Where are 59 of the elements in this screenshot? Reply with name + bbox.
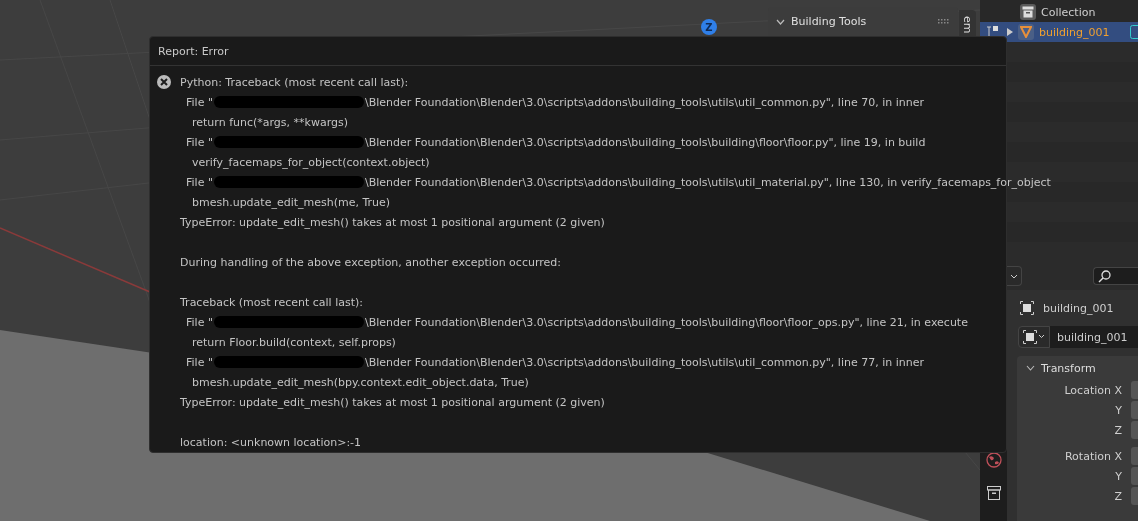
- object-icon: [1020, 301, 1034, 315]
- field-label: Y: [1115, 469, 1122, 483]
- cone-icon: [1018, 24, 1034, 40]
- value-field[interactable]: [1131, 421, 1138, 439]
- archive-box-icon[interactable]: [986, 486, 1001, 500]
- traceback-line: Python: Traceback (most recent call last):: [180, 75, 409, 89]
- traceback-line: Traceback (most recent call last):: [180, 295, 363, 309]
- globe-icon[interactable]: [985, 452, 1002, 468]
- expand-arrow-icon[interactable]: [1006, 28, 1013, 36]
- traceback-line: \Blender Foundation\Blender\3.0\scripts\addons\building_tools\building\floor\floor_ops.py", line 21, in execute: [364, 315, 968, 329]
- field-label: Rotation X: [1064, 449, 1122, 463]
- traceback-line: \Blender Foundation\Blender\3.0\scripts\addons\building_tools\utils\util_common.py", line 70, in inner: [364, 95, 924, 109]
- editor-type-dropdown[interactable]: [1007, 266, 1022, 286]
- outliner-item-name: Collection: [1041, 5, 1096, 19]
- field-label: Location X: [1064, 383, 1122, 397]
- search-field[interactable]: [1093, 267, 1138, 285]
- drag-handle-icon[interactable]: [938, 18, 950, 25]
- search-icon: [1098, 269, 1111, 283]
- value-field[interactable]: [1131, 447, 1138, 465]
- traceback-line: \Blender Foundation\Blender\3.0\scripts\addons\building_tools\utils\util_common.py", line 77, in inner: [364, 355, 924, 369]
- name-field[interactable]: building_001: [1050, 326, 1138, 348]
- archive-box-icon: [1020, 4, 1036, 20]
- value-field[interactable]: [1131, 401, 1138, 419]
- traceback-line: File ": [186, 135, 213, 149]
- chevron-icon: [1026, 365, 1035, 371]
- traceback-line: return Floor.build(context, self.props): [192, 335, 396, 349]
- traceback-line: TypeError: update_edit_mesh() takes at most 1 positional argument (2 given): [180, 215, 605, 229]
- traceback-line: bmesh.update_edit_mesh(bpy.context.edit_object.data, True): [192, 375, 529, 389]
- panel-header[interactable]: Transform: [1017, 356, 1138, 380]
- object-name: building_001: [1043, 301, 1114, 315]
- outliner-item-name: building_001: [1039, 25, 1110, 39]
- error-icon: [157, 75, 171, 89]
- caret-icon: [1010, 273, 1018, 279]
- object-type-dropdown[interactable]: [1018, 326, 1050, 348]
- traceback-line: File ": [186, 95, 213, 109]
- traceback-line: verify_facemaps_for_object(context.object): [192, 155, 430, 169]
- value-field[interactable]: [1131, 467, 1138, 485]
- traceback-line: \Blender Foundation\Blender\3.0\scripts\addons\building_tools\utils\util_material.py", line 130, in verify_facemaps_for_object: [364, 175, 1051, 189]
- value-field[interactable]: [1131, 487, 1138, 505]
- value-field[interactable]: [1131, 381, 1138, 399]
- mesh-data-icon: [1130, 25, 1138, 39]
- field-label: Y: [1115, 403, 1122, 417]
- dialog-title: Report: Error: [150, 37, 1006, 66]
- traceback-line: File ": [186, 315, 213, 329]
- hierarchy-icon: [986, 26, 999, 38]
- traceback-line: \Blender Foundation\Blender\3.0\scripts\addons\building_tools\building\floor\floor.py", line 19, in build: [364, 135, 926, 149]
- field-label: Z: [1114, 423, 1122, 437]
- traceback-line: bmesh.update_edit_mesh(me, True): [192, 195, 391, 209]
- chevron-icon: [776, 18, 785, 25]
- traceback-line: File ": [186, 355, 213, 369]
- panel-title: Building Tools: [791, 15, 867, 28]
- outliner-row[interactable]: building_001: [980, 22, 1138, 42]
- outliner-row[interactable]: Collection: [980, 2, 1138, 22]
- traceback-line: location: <unknown location>:-1: [180, 435, 362, 449]
- traceback-line: During handling of the above exception, another exception occurred:: [180, 255, 561, 269]
- field-label: Z: [1114, 489, 1122, 503]
- traceback-line: File ": [186, 175, 213, 189]
- traceback-line: return func(*args, **kwargs): [192, 115, 348, 129]
- traceback-line: TypeError: update_edit_mesh() takes at most 1 positional argument (2 given): [180, 395, 605, 409]
